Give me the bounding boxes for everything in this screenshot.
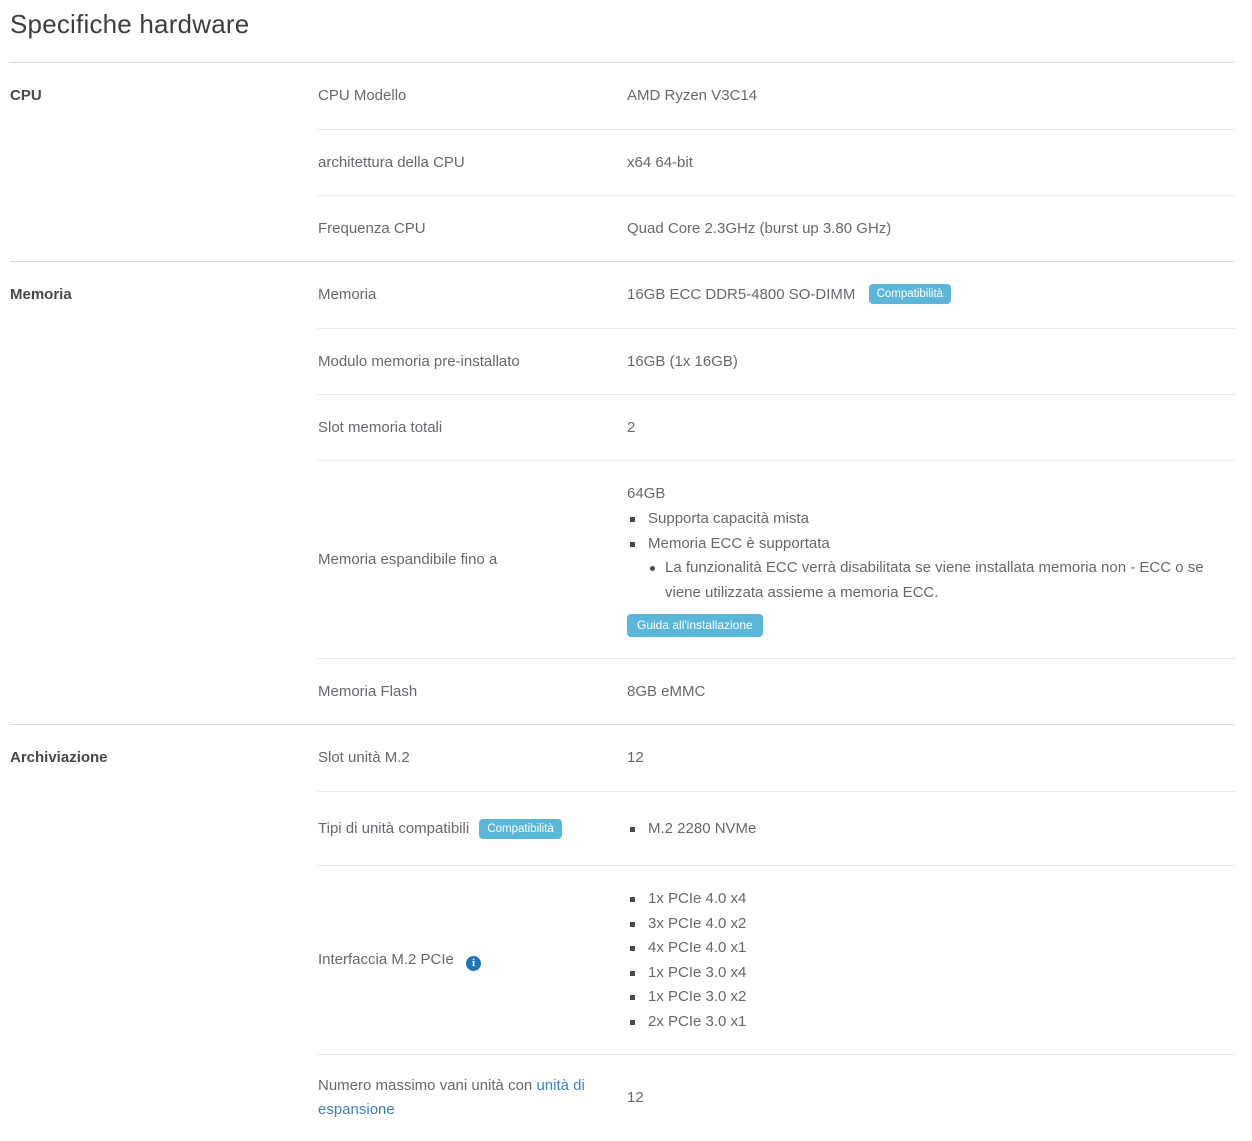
spec-label: Modulo memoria pre-installato <box>318 350 627 374</box>
spec-label: Tipi di unità compatibili Compatibilità <box>318 817 627 841</box>
spec-label: Memoria <box>318 283 627 307</box>
spec-value: x64 64-bit <box>627 151 1235 175</box>
spec-row-memory-slots: Slot memoria totali 2 <box>318 394 1235 460</box>
section-rows: Slot unità M.2 12 Tipi di unità compatib… <box>318 725 1235 1141</box>
spec-value: 1x PCIe 4.0 x4 3x PCIe 4.0 x2 4x PCIe 4.… <box>627 886 1235 1034</box>
info-icon[interactable]: i <box>466 956 481 971</box>
spec-label: Slot memoria totali <box>318 416 627 440</box>
bullet-list: Supporta capacità mista Memoria ECC è su… <box>627 507 1235 605</box>
compatibility-badge[interactable]: Compatibilità <box>869 284 951 304</box>
spec-label: Numero massimo vani unità con unità di e… <box>318 1074 627 1122</box>
spec-label: Memoria espandibile fino a <box>318 548 627 572</box>
category-label-cpu: CPU <box>10 63 318 261</box>
spec-value: M.2 2280 NVMe <box>627 816 1235 842</box>
spec-value: 12 <box>627 1086 1235 1110</box>
spec-row-cpu-model: CPU Modello AMD Ryzen V3C14 <box>318 63 1235 129</box>
spec-row-memory: Memoria 16GB ECC DDR5-4800 SO-DIMM Compa… <box>318 262 1235 328</box>
spec-value: 16GB (1x 16GB) <box>627 350 1235 374</box>
bullet-item: 1x PCIe 3.0 x4 <box>627 961 1235 986</box>
bullet-item: 1x PCIe 4.0 x4 <box>627 887 1235 912</box>
bullet-list: M.2 2280 NVMe <box>627 817 1235 842</box>
section-rows: Memoria 16GB ECC DDR5-4800 SO-DIMM Compa… <box>318 262 1235 724</box>
square-bullet-icon <box>630 995 635 1000</box>
bullet-text: M.2 2280 NVMe <box>648 817 756 842</box>
square-bullet-icon <box>630 971 635 976</box>
spec-value: 8GB eMMC <box>627 680 1235 704</box>
bullet-item: 2x PCIe 3.0 x1 <box>627 1010 1235 1035</box>
spec-label: CPU Modello <box>318 84 627 108</box>
square-bullet-icon <box>630 517 635 522</box>
bullet-text: Supporta capacità mista <box>648 507 809 532</box>
spec-row-cpu-architecture: architettura della CPU x64 64-bit <box>318 129 1235 195</box>
square-bullet-icon <box>630 1020 635 1025</box>
spec-label: Slot unità M.2 <box>318 746 627 770</box>
bullet-text: 4x PCIe 4.0 x1 <box>648 936 746 961</box>
spec-label-text: Numero massimo vani unità con <box>318 1077 536 1094</box>
sub-bullet-text: La funzionalità ECC verrà disabilitata s… <box>665 556 1235 605</box>
section-memory: Memoria Memoria 16GB ECC DDR5-4800 SO-DI… <box>10 261 1235 724</box>
bullet-item: Memoria ECC è supportata <box>627 532 1235 557</box>
category-label-storage: Archiviazione <box>10 725 318 1141</box>
spec-value: 2 <box>627 416 1235 440</box>
round-bullet-icon <box>650 566 655 571</box>
spec-row-compatible-drive-types: Tipi di unità compatibili Compatibilità … <box>318 791 1235 865</box>
spec-row-m2-pcie-interface: Interfaccia M.2 PCIe i 1x PCIe 4.0 x4 3x… <box>318 865 1235 1054</box>
spec-value-intro: 64GB <box>627 482 1235 506</box>
square-bullet-icon <box>630 946 635 951</box>
section-rows: CPU Modello AMD Ryzen V3C14 architettura… <box>318 63 1235 261</box>
sub-bullet-item: La funzionalità ECC verrà disabilitata s… <box>647 556 1235 605</box>
square-bullet-icon <box>630 827 635 832</box>
section-storage: Archiviazione Slot unità M.2 12 Tipi di … <box>10 724 1235 1141</box>
bullet-text: 1x PCIe 3.0 x4 <box>648 961 746 986</box>
spec-value: 16GB ECC DDR5-4800 SO-DIMM Compatibilità <box>627 283 1235 307</box>
spec-row-cpu-frequency: Frequenza CPU Quad Core 2.3GHz (burst up… <box>318 195 1235 261</box>
spec-label: Memoria Flash <box>318 680 627 704</box>
spec-value: AMD Ryzen V3C14 <box>627 84 1235 108</box>
bullet-item: Supporta capacità mista <box>627 507 1235 532</box>
spec-label: architettura della CPU <box>318 151 627 175</box>
spec-value: 12 <box>627 746 1235 770</box>
spec-row-expandable-memory: Memoria espandibile fino a 64GB Supporta… <box>318 460 1235 658</box>
bullet-item: 1x PCIe 3.0 x2 <box>627 985 1235 1010</box>
square-bullet-icon <box>630 542 635 547</box>
spec-label: Interfaccia M.2 PCIe i <box>318 948 627 972</box>
spec-table: CPU CPU Modello AMD Ryzen V3C14 architet… <box>10 62 1235 1141</box>
square-bullet-icon <box>630 922 635 927</box>
bullet-text: 1x PCIe 4.0 x4 <box>648 887 746 912</box>
bullet-text: 3x PCIe 4.0 x2 <box>648 912 746 937</box>
category-label-memory: Memoria <box>10 262 318 724</box>
bullet-text: Memoria ECC è supportata <box>648 532 830 557</box>
spec-row-m2-slots: Slot unità M.2 12 <box>318 725 1235 791</box>
spec-label-text: Tipi di unità compatibili <box>318 820 469 837</box>
compatibility-badge[interactable]: Compatibilità <box>479 819 561 839</box>
spec-value: 64GB Supporta capacità mista Memoria ECC… <box>627 482 1235 637</box>
section-cpu: CPU CPU Modello AMD Ryzen V3C14 architet… <box>10 62 1235 261</box>
bullet-text: 1x PCIe 3.0 x2 <box>648 985 746 1010</box>
spec-row-preinstalled-module: Modulo memoria pre-installato 16GB (1x 1… <box>318 328 1235 394</box>
page-title: Specifiche hardware <box>0 0 1252 62</box>
bullet-item: M.2 2280 NVMe <box>627 817 1235 842</box>
spec-value: Quad Core 2.3GHz (burst up 3.80 GHz) <box>627 217 1235 241</box>
spec-label: Frequenza CPU <box>318 217 627 241</box>
spec-row-max-drive-bays: Numero massimo vani unità con unità di e… <box>318 1054 1235 1141</box>
spec-label-text: Interfaccia M.2 PCIe <box>318 951 454 968</box>
hardware-specs-page: Specifiche hardware CPU CPU Modello AMD … <box>0 0 1252 1141</box>
spec-row-flash-memory: Memoria Flash 8GB eMMC <box>318 658 1235 724</box>
bullet-text: 2x PCIe 3.0 x1 <box>648 1010 746 1035</box>
square-bullet-icon <box>630 897 635 902</box>
bullet-list: 1x PCIe 4.0 x4 3x PCIe 4.0 x2 4x PCIe 4.… <box>627 887 1235 1034</box>
spec-value-text: 16GB ECC DDR5-4800 SO-DIMM <box>627 286 855 303</box>
bullet-item: 3x PCIe 4.0 x2 <box>627 912 1235 937</box>
installation-guide-button[interactable]: Guida all'installazione <box>627 614 763 637</box>
bullet-item: 4x PCIe 4.0 x1 <box>627 936 1235 961</box>
